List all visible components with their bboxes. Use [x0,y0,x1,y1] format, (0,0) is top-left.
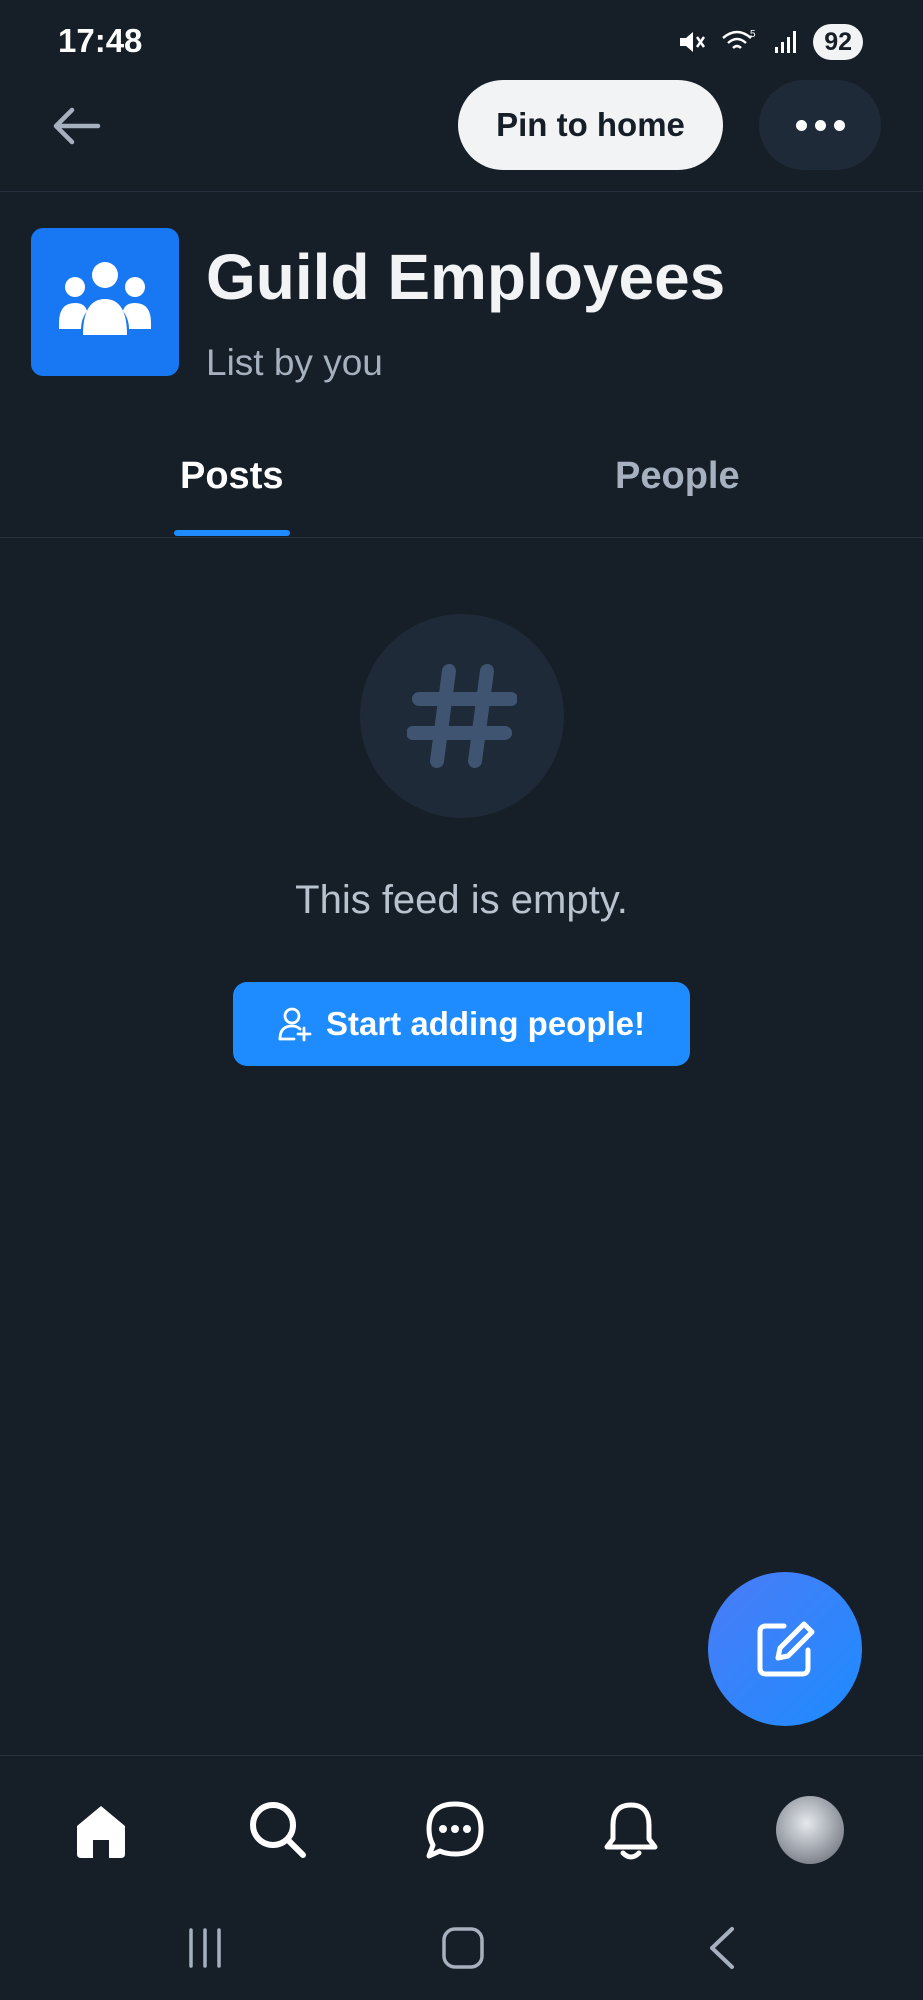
pin-to-home-button[interactable]: Pin to home [458,80,723,170]
tabs-divider [0,537,923,538]
people-group-icon [59,262,151,335]
user-plus-icon [278,1007,312,1042]
back-button[interactable] [44,98,108,154]
search-icon [250,1802,306,1858]
bottom-nav [0,1756,923,1896]
list-avatar [31,228,179,376]
nav-home[interactable] [61,1790,141,1870]
list-title: Guild Employees [206,241,726,313]
header-divider [0,191,923,192]
nav-notifications[interactable] [591,1790,671,1870]
nav-search[interactable] [238,1790,318,1870]
active-tab-indicator [174,530,290,536]
hashtag-icon [407,664,517,768]
wifi-icon: 5 [722,29,756,49]
list-subtitle: List by you [206,342,383,383]
nav-chat[interactable] [415,1790,495,1870]
chat-icon [426,1801,484,1859]
system-home-button[interactable] [433,1918,493,1978]
chevron-left-icon [710,1927,734,1969]
more-options-button[interactable] [759,80,881,170]
signal-icon [775,31,797,53]
battery-level: 92 [813,24,863,60]
recents-button[interactable] [175,1918,235,1978]
status-time: 17:48 [58,22,143,59]
home-icon [77,1806,125,1858]
recents-icon [189,1928,221,1968]
compose-post-button[interactable] [708,1572,862,1726]
ellipsis-dot [814,119,826,131]
system-nav-bar [0,1896,923,2000]
avatar [776,1796,844,1864]
nav-profile[interactable] [770,1790,850,1870]
start-adding-people-button[interactable]: Start adding people! [233,982,690,1066]
empty-feed-message: This feed is empty. [295,878,628,922]
system-back-button[interactable] [692,1918,752,1978]
start-adding-people-label: Start adding people! [325,1005,645,1042]
empty-feed-badge [360,614,564,818]
home-square-icon [442,1927,484,1969]
status-icons: 5 92 [677,24,863,60]
ellipsis-icon [795,119,807,131]
svg-text:5: 5 [750,29,756,40]
tab-posts[interactable]: Posts [180,455,283,498]
edit-icon [757,1621,815,1677]
bell-icon [604,1802,658,1860]
arrow-left-icon [53,107,101,145]
tab-people[interactable]: People [615,455,740,498]
status-bar: 17:48 5 92 [0,0,923,80]
mute-icon [680,32,706,52]
ellipsis-dot [833,119,845,131]
